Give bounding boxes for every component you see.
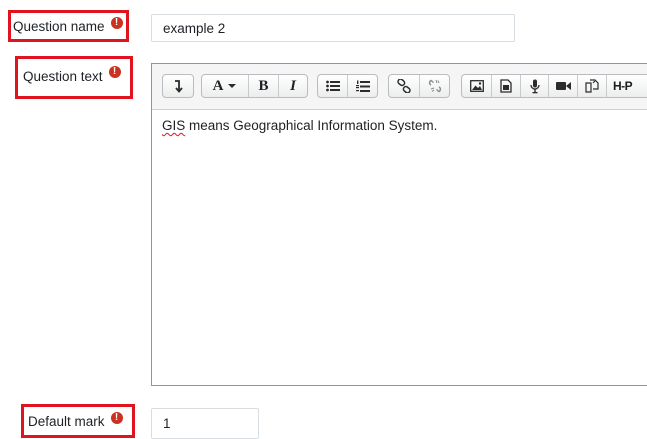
toolbar-group-show-more (162, 74, 194, 98)
editor-content[interactable]: GIS means Geographical Information Syste… (162, 118, 437, 133)
link-button[interactable] (389, 75, 420, 97)
toolbar-group-lists (317, 74, 378, 98)
unlink-button[interactable] (420, 75, 449, 97)
h5p-button[interactable]: H-P (607, 75, 647, 97)
question-name-label-text: Question name (13, 18, 105, 34)
show-more-icon (175, 80, 183, 93)
toolbar-group-links (388, 74, 450, 98)
record-audio-button[interactable] (521, 75, 549, 97)
question-name-input[interactable]: example 2 (151, 14, 515, 42)
editor-toolbar: A B I H-P (152, 64, 647, 110)
image-button[interactable] (462, 75, 492, 97)
font-style-icon: A (213, 78, 238, 95)
link-icon (397, 79, 411, 93)
manage-files-icon (585, 79, 599, 93)
required-icon: ! (108, 66, 121, 78)
manage-files-button[interactable] (578, 75, 607, 97)
unordered-list-button[interactable] (318, 75, 348, 97)
required-icon: ! (110, 412, 123, 424)
default-mark-input[interactable]: 1 (151, 408, 259, 439)
font-style-button[interactable]: A (202, 75, 249, 97)
editor-content-text: means Geographical Information System. (185, 118, 438, 133)
toolbar-group-text-style: A B I (201, 74, 308, 98)
misspelled-word[interactable]: GIS (162, 118, 185, 133)
required-icon: ! (110, 17, 123, 29)
default-mark-label-text: Default mark (28, 413, 105, 429)
media-button[interactable] (492, 75, 521, 97)
question-text-label: Question text ! (15, 56, 133, 99)
show-more-button[interactable] (163, 75, 193, 97)
default-mark-value: 1 (163, 416, 171, 431)
unordered-list-icon (325, 80, 340, 92)
media-icon (500, 79, 512, 93)
question-text-editor[interactable]: A B I H-P GIS means Geographical Informa… (151, 63, 647, 386)
bold-icon: B (258, 77, 269, 94)
bold-button[interactable]: B (249, 75, 279, 97)
question-text-label-text: Question text (23, 69, 103, 84)
record-video-button[interactable] (549, 75, 578, 97)
italic-icon: I (290, 77, 296, 94)
default-mark-label: Default mark ! (21, 404, 135, 438)
ordered-list-button[interactable] (348, 75, 377, 97)
image-icon (469, 80, 484, 92)
unlink-icon (428, 79, 441, 93)
ordered-list-icon (355, 80, 370, 92)
record-audio-icon (529, 79, 540, 93)
record-video-icon (555, 82, 571, 90)
question-name-label: Question name ! (8, 10, 129, 42)
h5p-icon: H-P (613, 79, 633, 93)
question-name-value: example 2 (163, 20, 226, 36)
italic-button[interactable]: I (279, 75, 307, 97)
toolbar-group-media: H-P (461, 74, 647, 98)
